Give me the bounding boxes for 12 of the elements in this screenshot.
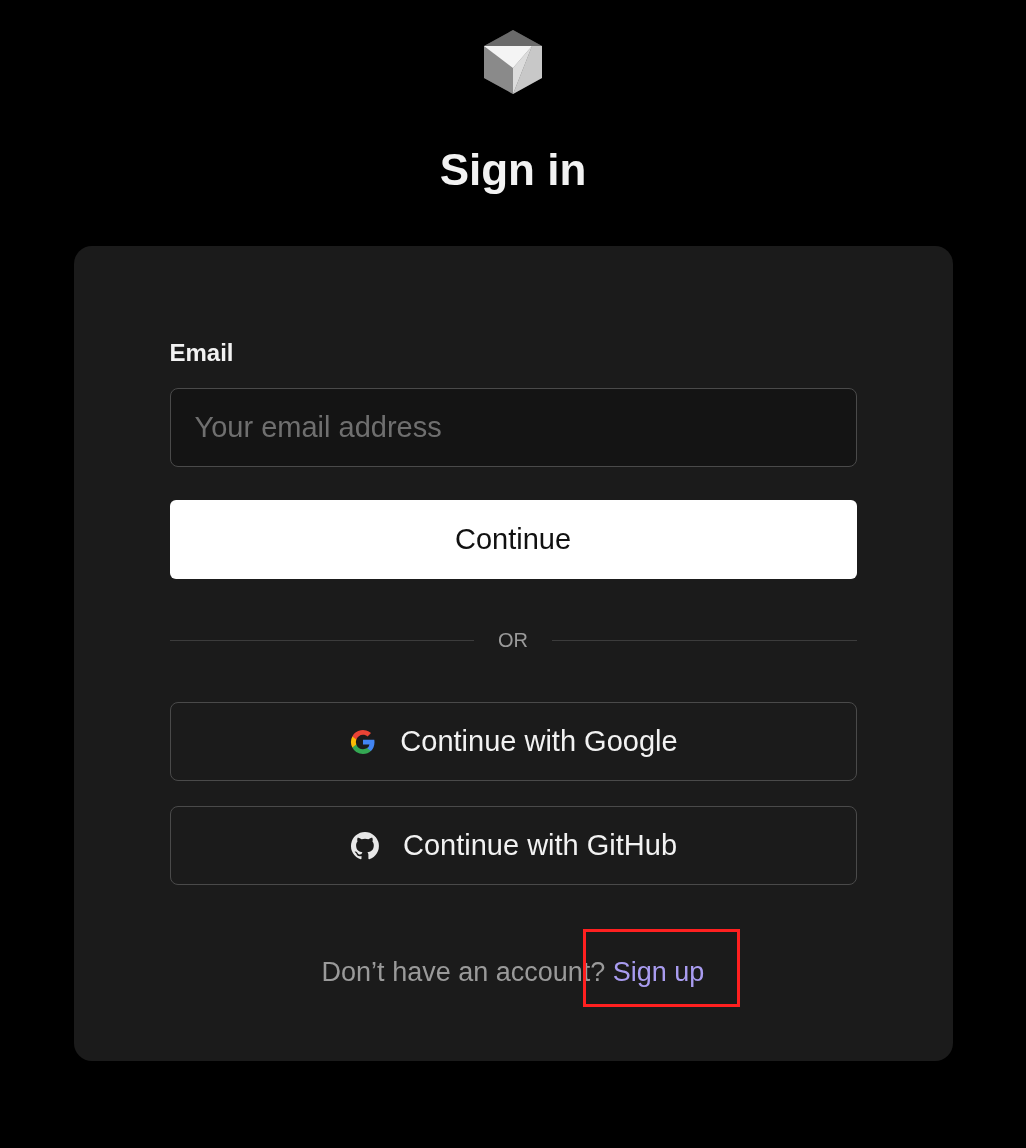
social-login-button[interactable]: Continue with Google (169, 702, 857, 781)
email-input[interactable]: Your email address (169, 388, 857, 467)
github-icon (349, 829, 381, 862)
cube-logo-icon (482, 28, 544, 96)
button-label: Continue with Google (400, 725, 678, 758)
sign-up-link[interactable]: Sign up (612, 957, 705, 987)
page-title: Sign in (439, 144, 587, 196)
divider-text: OR (498, 629, 528, 652)
continue-button[interactable]: Continue (169, 500, 857, 579)
social-login-button[interactable]: Continue with GitHub (169, 806, 857, 885)
email-label: Email (169, 338, 235, 368)
button-label: Continue with GitHub (403, 829, 677, 862)
